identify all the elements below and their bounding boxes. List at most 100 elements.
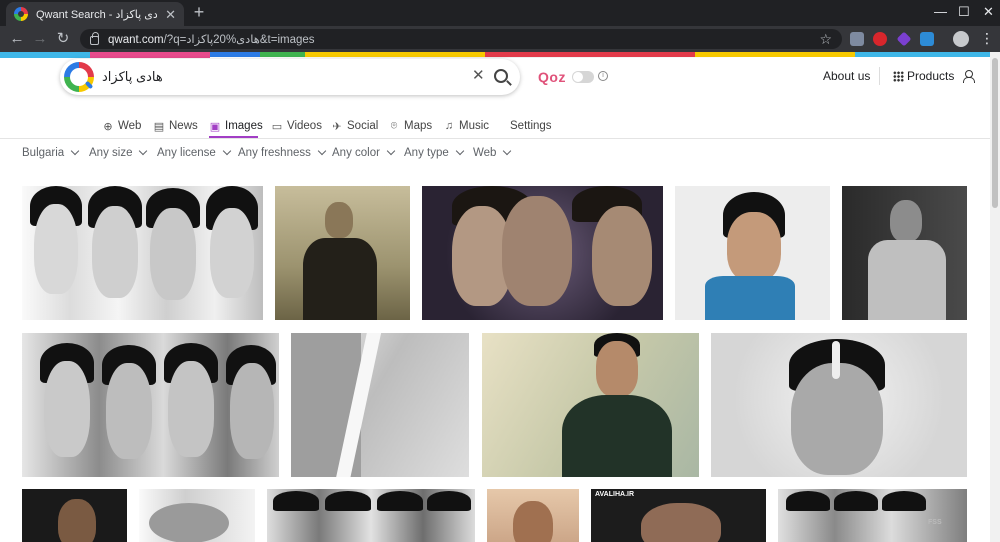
filter-size[interactable]: Any size — [89, 146, 148, 159]
qwant-page: هادی پاکزاد ✕ Qoz i About us Products ⊕ … — [0, 52, 990, 542]
extension-blue-icon[interactable] — [920, 32, 934, 46]
url-domain: qwant.com — [108, 34, 164, 46]
tab-videos[interactable]: ▭ Videos — [271, 114, 322, 138]
search-tabs: ⊕ Web ▤ News ▣ Images ▭ Videos ✈ Social … — [0, 114, 990, 138]
tab-social[interactable]: ✈ Social — [331, 114, 378, 138]
image-result[interactable] — [275, 186, 410, 320]
image-result[interactable] — [291, 333, 469, 477]
tab-label: News — [169, 120, 198, 132]
scrollbar-thumb[interactable] — [992, 58, 998, 208]
image-icon: ▣ — [209, 120, 221, 133]
extension-purple-icon[interactable] — [896, 31, 912, 47]
chevron-down-icon — [222, 146, 232, 156]
filter-license[interactable]: Any license — [157, 146, 232, 159]
lock-icon — [90, 32, 99, 45]
browser-tab[interactable]: Qwant Search - هادی پاکزاد ✕ — [6, 2, 184, 26]
maximize-window-icon[interactable]: ☐ — [958, 4, 970, 20]
filter-region[interactable]: Bulgaria — [22, 146, 80, 159]
url-path: /?q=هادی%20پاکزاد&t=images — [163, 34, 315, 46]
tab-label: Settings — [510, 120, 552, 132]
tab-images[interactable]: ▣ Images — [209, 114, 263, 138]
chevron-down-icon — [503, 146, 512, 156]
chevron-down-icon — [70, 146, 80, 156]
user-icon[interactable] — [962, 70, 975, 83]
close-tab-icon[interactable]: ✕ — [165, 8, 176, 21]
bird-icon: ✈ — [332, 120, 342, 133]
products-link[interactable]: Products — [907, 69, 954, 83]
search-input[interactable]: هادی پاکزاد — [102, 69, 163, 85]
divider — [879, 67, 880, 85]
chevron-down-icon — [386, 146, 396, 156]
image-watermark: FSS — [928, 519, 942, 526]
browser-menu-icon[interactable]: ⋮ — [980, 30, 994, 46]
image-result[interactable] — [22, 186, 263, 320]
chevron-down-icon — [317, 146, 327, 156]
image-result[interactable] — [482, 333, 699, 477]
url-text: qwant.com/?q=هادی%20پاکزاد&t=images — [108, 32, 819, 46]
profile-avatar[interactable] — [953, 31, 969, 47]
clear-search-icon[interactable]: ✕ — [472, 67, 485, 85]
extension-red-icon[interactable] — [873, 32, 887, 46]
image-result[interactable] — [487, 489, 579, 542]
search-box[interactable]: هادی پاکزاد ✕ — [60, 59, 520, 95]
qoz-toggle[interactable] — [572, 71, 594, 83]
new-tab-button[interactable]: + — [189, 3, 209, 21]
music-icon: ♫ — [444, 120, 454, 132]
tab-label: Maps — [404, 120, 433, 132]
close-window-icon[interactable]: ✕ — [983, 4, 994, 20]
about-us-link[interactable]: About us — [823, 69, 870, 83]
tabs-divider — [0, 138, 990, 139]
image-result[interactable] — [842, 186, 967, 320]
tab-web[interactable]: ⊕ Web — [102, 114, 141, 138]
image-result[interactable] — [711, 333, 967, 477]
image-result[interactable]: FSS — [778, 489, 967, 542]
image-result[interactable] — [139, 489, 255, 542]
filter-label: Any color — [332, 147, 380, 159]
back-icon[interactable]: ← — [8, 30, 26, 48]
tab-music[interactable]: ♫ Music — [443, 114, 489, 138]
extension-icon[interactable] — [850, 32, 864, 46]
browser-toolbar: ← → ↻ qwant.com/?q=هادی%20پاکزاد&t=image… — [0, 26, 1000, 52]
reload-icon[interactable]: ↻ — [54, 30, 72, 48]
page-scrollbar[interactable] — [990, 52, 1000, 542]
tab-label: Social — [347, 120, 379, 132]
tab-label: Images — [225, 120, 263, 132]
filter-freshness[interactable]: Any freshness — [238, 146, 327, 159]
filter-label: Any freshness — [238, 147, 311, 159]
minimize-window-icon[interactable]: — — [934, 4, 947, 19]
tab-maps[interactable]: ⌾ Maps — [388, 114, 432, 138]
globe-icon: ⊕ — [103, 120, 113, 133]
tab-label: Web — [118, 120, 142, 132]
video-icon: ▭ — [271, 120, 283, 133]
qwant-favicon-icon — [14, 7, 28, 21]
search-icon[interactable] — [494, 69, 508, 83]
filter-label: Bulgaria — [22, 147, 65, 159]
address-bar[interactable]: qwant.com/?q=هادی%20پاکزاد&t=images ☆ — [80, 29, 842, 49]
filter-type[interactable]: Any type — [404, 146, 464, 159]
tab-label: Videos — [287, 120, 322, 132]
filter-label: Any license — [157, 147, 216, 159]
filter-source[interactable]: Web — [473, 146, 512, 159]
qoz-label: Qoz — [538, 69, 566, 85]
filter-label: Any type — [404, 147, 449, 159]
image-result[interactable] — [22, 489, 127, 542]
info-icon[interactable]: i — [598, 71, 608, 81]
filter-color[interactable]: Any color — [332, 146, 396, 159]
news-icon: ▤ — [153, 120, 165, 133]
apps-grid-icon[interactable] — [893, 71, 904, 82]
tab-title: Qwant Search - هادی پاکزاد — [36, 8, 158, 21]
tab-news[interactable]: ▤ News — [153, 114, 198, 138]
chevron-down-icon — [139, 146, 148, 156]
bookmark-star-icon[interactable]: ☆ — [819, 31, 832, 48]
image-result[interactable] — [22, 333, 279, 477]
forward-icon[interactable]: → — [31, 30, 49, 48]
tab-settings[interactable]: Settings — [510, 114, 552, 138]
image-watermark: AVALIHA.IR — [595, 491, 635, 498]
browser-tabstrip: Qwant Search - هادی پاکزاد ✕ + — ☐ ✕ — [0, 0, 1000, 26]
image-result[interactable]: AVALIHA.IR — [591, 489, 766, 542]
filter-label: Web — [473, 147, 497, 159]
image-result[interactable] — [675, 186, 830, 320]
image-result[interactable] — [422, 186, 663, 320]
image-result[interactable] — [267, 489, 475, 542]
tab-label: Music — [459, 120, 490, 132]
